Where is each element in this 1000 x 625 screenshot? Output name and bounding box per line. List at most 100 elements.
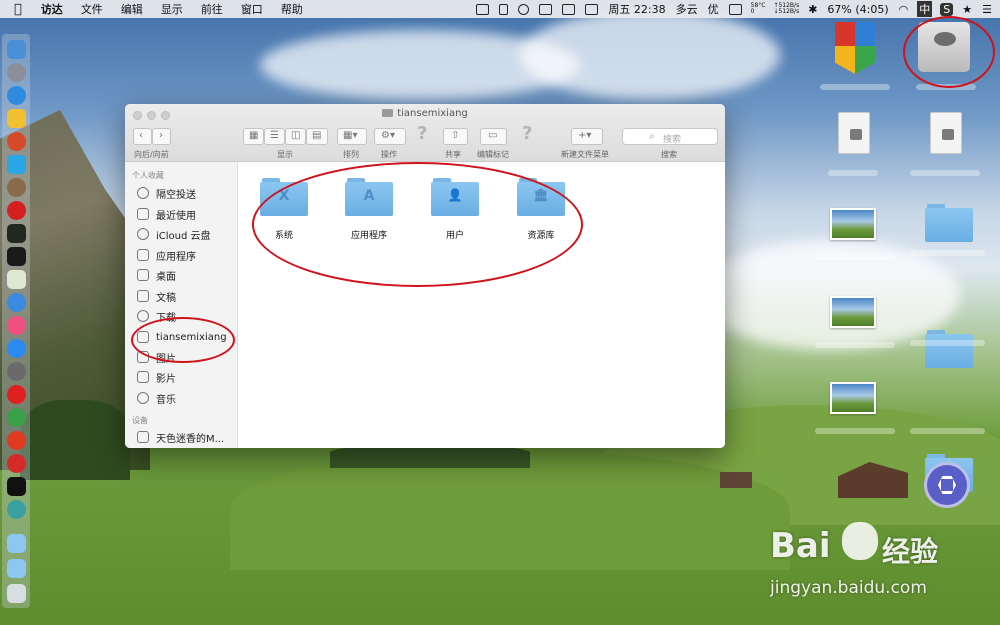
sidebar-item-label: 音乐 — [156, 394, 176, 406]
view-icon-button[interactable]: ▦ — [243, 128, 264, 145]
tray-icon[interactable] — [476, 3, 490, 15]
help-icon[interactable]: ? — [417, 123, 427, 144]
tray-icon[interactable] — [518, 3, 530, 15]
menu-help[interactable]: 帮助 — [272, 1, 312, 17]
activity-monitor-icon[interactable] — [7, 224, 26, 243]
terminal-icon[interactable] — [7, 477, 26, 496]
sidebar-item-icloud[interactable]: iCloud 云盘 — [137, 225, 211, 243]
hexagon-glyph — [938, 476, 956, 494]
image-thumbnail[interactable] — [830, 208, 876, 240]
share-button[interactable]: ⇧ — [443, 128, 468, 145]
disk-image-icon[interactable] — [930, 112, 962, 154]
apple-logo-icon[interactable]:  — [0, 2, 32, 17]
music-icon[interactable] — [7, 316, 26, 335]
menu-app-name[interactable]: 访达 — [32, 1, 72, 17]
app-icon[interactable] — [7, 270, 26, 289]
sidebar-item-documents[interactable]: 文稿 — [137, 287, 176, 305]
menu-go[interactable]: 前往 — [192, 1, 232, 17]
user-badge[interactable]: 优 — [703, 1, 724, 17]
floating-app-icon[interactable] — [924, 462, 970, 508]
menu-view[interactable]: 显示 — [152, 1, 192, 17]
recents-icon — [137, 208, 149, 220]
menu-edit[interactable]: 编辑 — [112, 1, 152, 17]
launchpad-icon[interactable] — [7, 63, 26, 82]
sidebar-item-music[interactable]: 音乐 — [137, 389, 176, 407]
new-folder-menu-button[interactable]: +▾ — [571, 128, 603, 145]
arrange-button[interactable]: ▦▾ — [337, 128, 367, 145]
view-list-button[interactable]: ☰ — [264, 128, 285, 145]
search-input[interactable]: ⌕ 搜索 — [622, 128, 718, 145]
help-icon[interactable]: ? — [522, 123, 532, 144]
app-s-icon[interactable]: S — [940, 2, 954, 16]
desktop-app-icon[interactable] — [835, 22, 875, 74]
app-icon[interactable] — [7, 201, 26, 220]
bluetooth-icon[interactable]: ✱ — [803, 3, 822, 16]
search-icon: ⌕ — [649, 131, 655, 142]
sidebar-item-desktop[interactable]: 桌面 — [137, 266, 176, 284]
star-icon[interactable]: ★ — [957, 3, 977, 16]
clock[interactable]: 周五 22:38 — [603, 1, 670, 17]
app-icon[interactable] — [7, 109, 26, 128]
chrome-icon[interactable] — [7, 408, 26, 427]
app-icon[interactable] — [7, 431, 26, 450]
app-store-icon[interactable] — [7, 339, 26, 358]
tray-icon[interactable] — [728, 3, 742, 15]
back-button[interactable]: ‹ — [133, 128, 152, 145]
search-placeholder: 搜索 — [663, 135, 682, 145]
sidebar-item-airdrop[interactable]: 隔空投送 — [137, 184, 196, 202]
app-icon[interactable] — [7, 178, 26, 197]
cloud-icon — [137, 228, 149, 240]
desktop-icon-label — [910, 170, 980, 176]
wallpaper-trees — [20, 400, 130, 480]
tray-icon[interactable] — [585, 3, 599, 15]
wifi-icon[interactable]: ◠ — [894, 3, 914, 16]
weather[interactable]: 多云 — [671, 1, 703, 17]
share-label: 共享 — [445, 150, 461, 159]
system-preferences-icon[interactable] — [7, 362, 26, 381]
tags-button[interactable]: ▭ — [480, 128, 507, 145]
finder-icon[interactable] — [7, 40, 26, 59]
safari-icon[interactable] — [7, 86, 26, 105]
battery-status[interactable]: 67% (4:05) — [822, 3, 893, 16]
trash-icon[interactable] — [7, 584, 26, 603]
display-icon[interactable] — [539, 3, 553, 15]
sidebar-item-movies[interactable]: 影片 — [137, 368, 176, 386]
tray-icon[interactable] — [562, 3, 576, 15]
tray-icon[interactable] — [499, 3, 509, 15]
menu-window[interactable]: 窗口 — [232, 1, 272, 17]
sidebar-item-label: iCloud 云盘 — [156, 230, 211, 242]
list-icon[interactable]: ☰ — [977, 3, 1000, 16]
app-icon[interactable] — [7, 500, 26, 519]
desktop-folder-icon[interactable] — [925, 330, 973, 368]
image-thumbnail[interactable] — [830, 296, 876, 328]
menu-file[interactable]: 文件 — [72, 1, 112, 17]
sidebar-item-device[interactable]: 天色迷香的M... — [137, 428, 224, 446]
view-column-button[interactable]: ◫ — [285, 128, 306, 145]
sidebar-item-applications[interactable]: 应用程序 — [137, 246, 196, 264]
view-gallery-button[interactable]: ▤ — [306, 128, 328, 145]
input-method[interactable]: 中 — [917, 1, 933, 17]
sidebar-item-label: 影片 — [156, 373, 176, 385]
terminal-icon[interactable] — [7, 247, 26, 266]
image-thumbnail[interactable] — [830, 382, 876, 414]
sidebar-item-recents[interactable]: 最近使用 — [137, 205, 196, 223]
desktop-folder-icon[interactable] — [925, 204, 973, 242]
yandex-icon[interactable] — [7, 385, 26, 404]
cpu-temp[interactable]: 58°C 0 — [747, 3, 770, 15]
vivaldi-icon[interactable] — [7, 454, 26, 473]
app-icon[interactable] — [7, 155, 26, 174]
action-label: 操作 — [381, 150, 397, 159]
app-icon[interactable] — [7, 132, 26, 151]
sidebar-item-label: 最近使用 — [156, 210, 196, 222]
forward-button[interactable]: › — [152, 128, 171, 145]
sidebar-item-label: 应用程序 — [156, 251, 196, 263]
action-button[interactable]: ⚙▾ — [374, 128, 406, 145]
folder-icon[interactable] — [7, 534, 26, 553]
disk-image-icon[interactable] — [838, 112, 870, 154]
desktop-icon — [137, 269, 149, 281]
folder-icon[interactable] — [7, 559, 26, 578]
search-label: 搜索 — [661, 150, 677, 159]
network-speed[interactable]: ↑512B/s ↓512B/s — [769, 3, 803, 15]
sidebar-item-label: 桌面 — [156, 271, 176, 283]
app-icon[interactable] — [7, 293, 26, 312]
